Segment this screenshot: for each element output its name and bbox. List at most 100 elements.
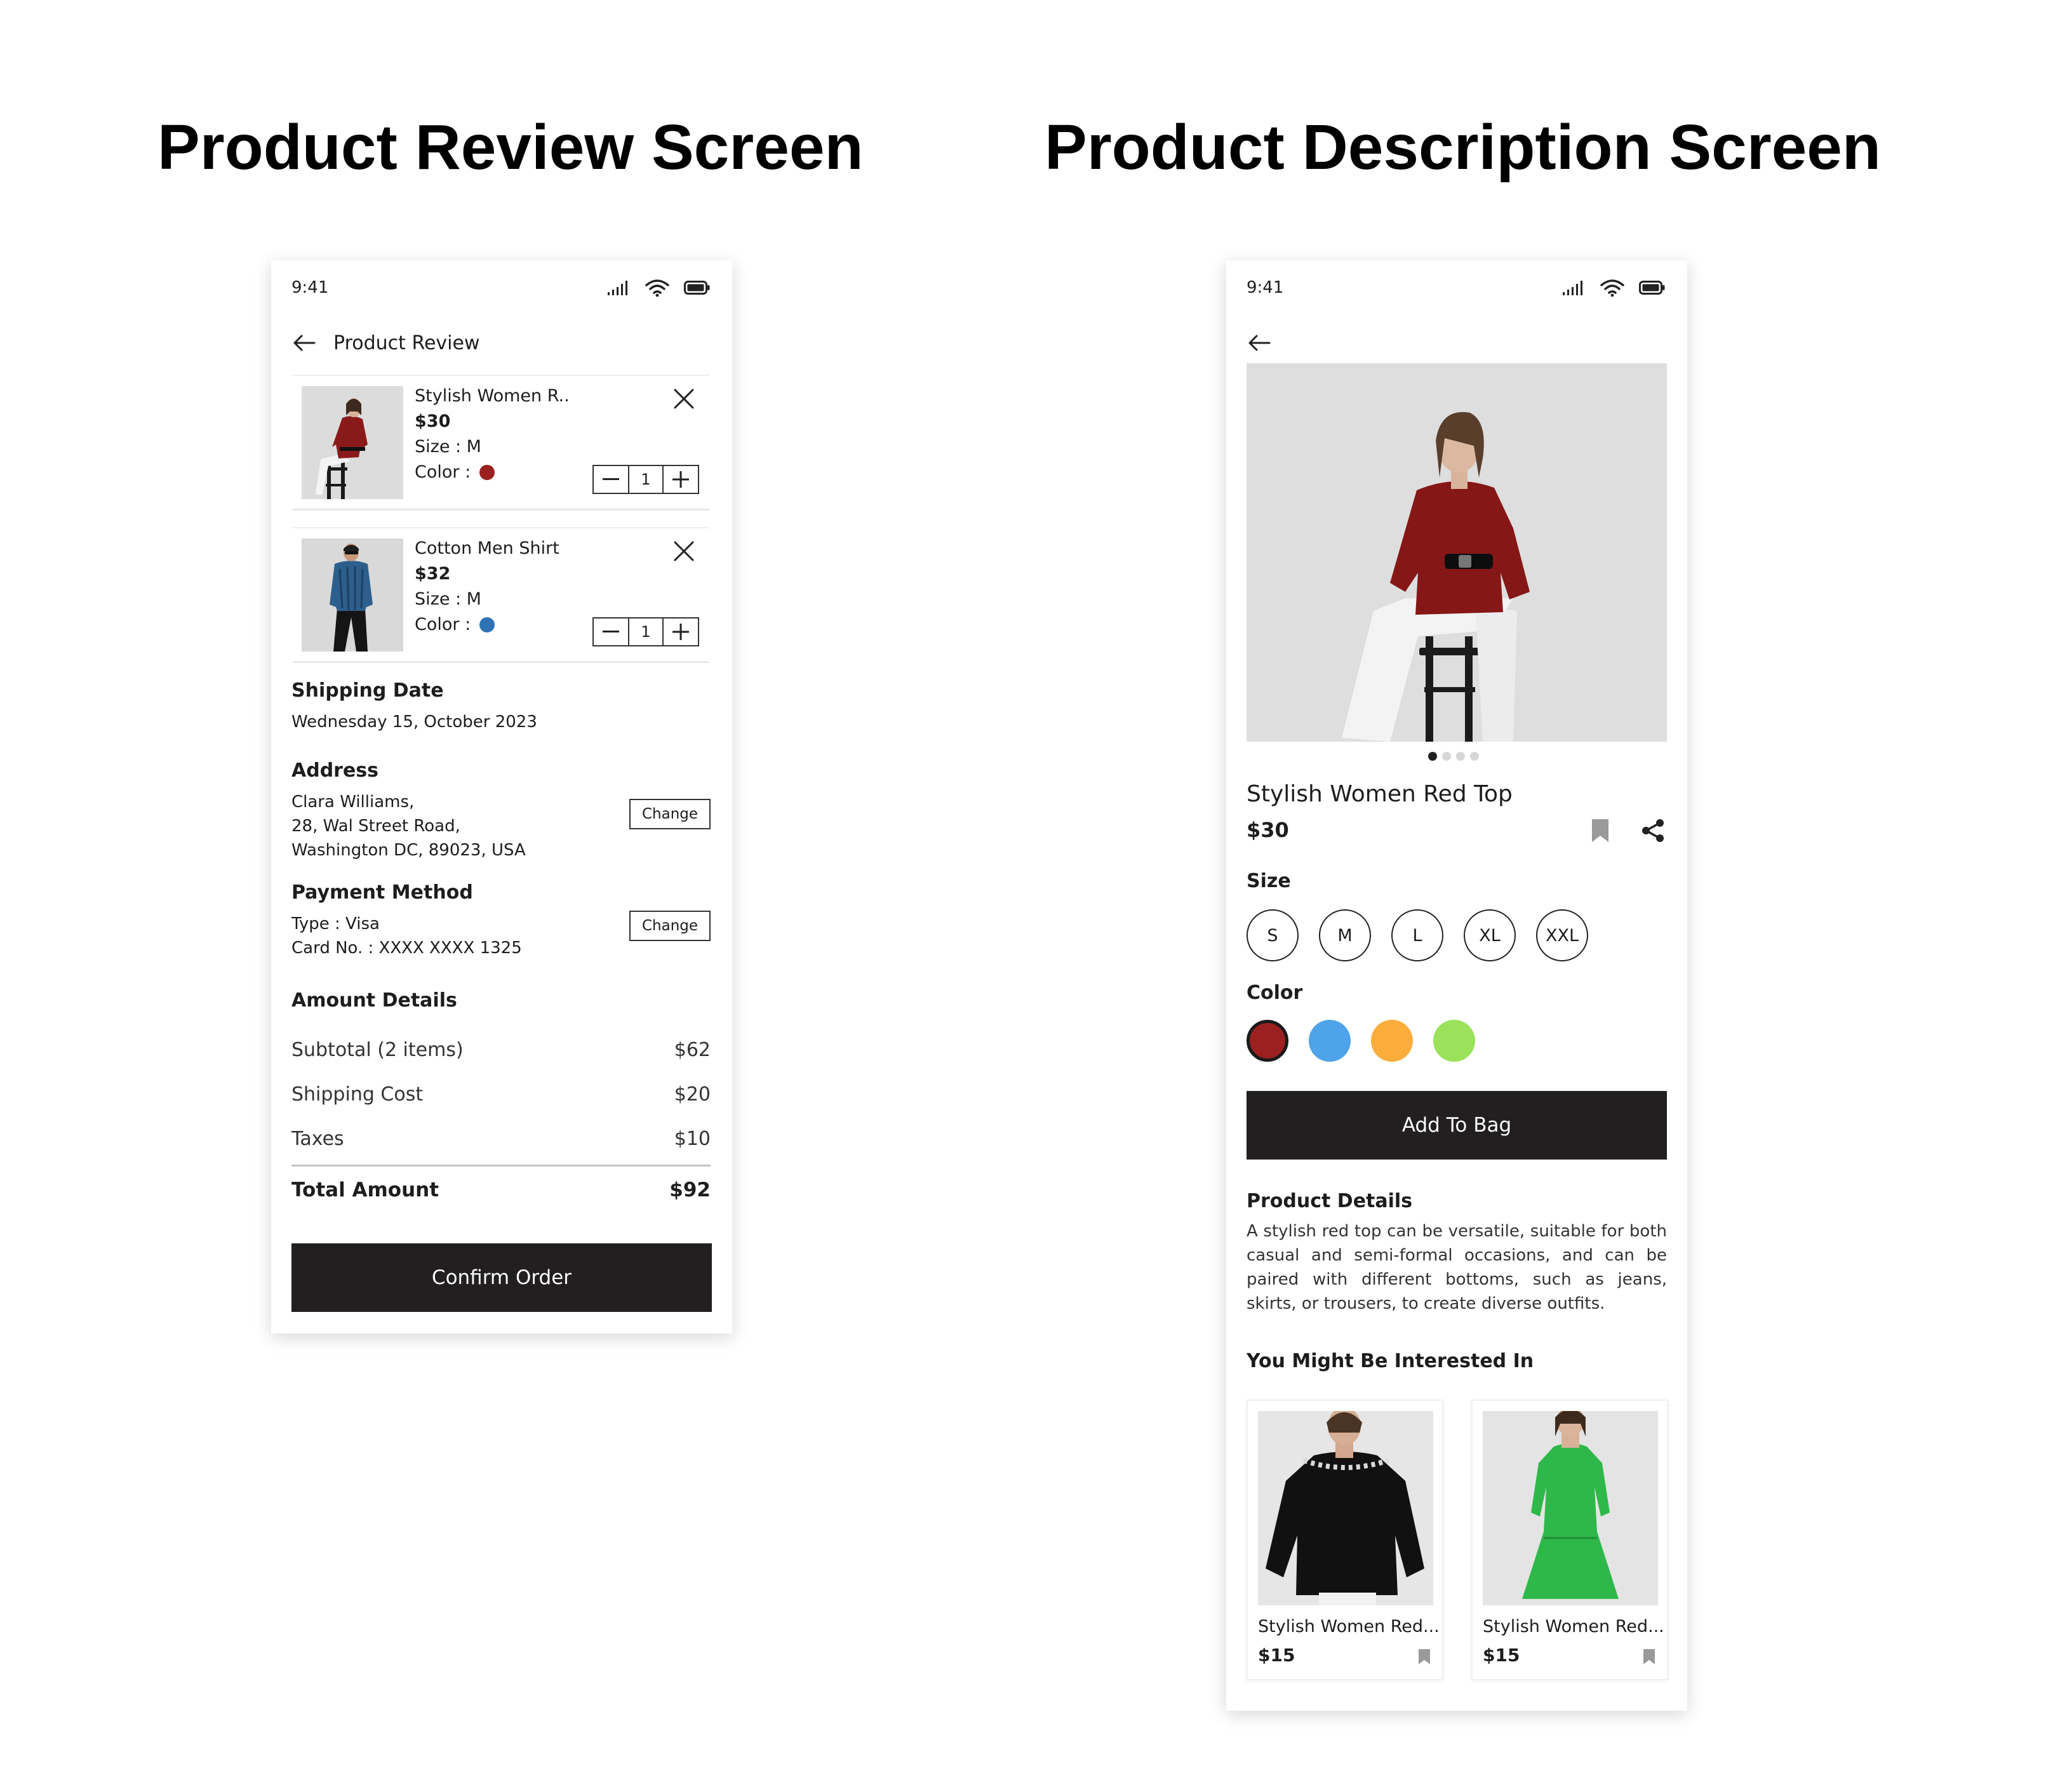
- cart-item: Stylish Women R.. $30 Size : M Color : 1: [293, 375, 709, 511]
- product-image[interactable]: [1247, 363, 1667, 742]
- color-swatch-blue[interactable]: [1309, 1020, 1351, 1062]
- shipping-date-value: Wednesday 15, October 2023: [291, 712, 537, 732]
- item-color-dot: [479, 465, 495, 480]
- wifi-icon: [645, 278, 670, 300]
- amount-row-shipping: Shipping Cost $20: [291, 1083, 711, 1106]
- battery-icon: [684, 280, 711, 298]
- product-details-text: A stylish red top can be versatile, suit…: [1247, 1222, 1667, 1313]
- wifi-icon: [1600, 278, 1625, 300]
- change-address-button[interactable]: Change: [629, 799, 711, 829]
- size-option-l[interactable]: L: [1391, 909, 1443, 961]
- product-details-title: Product Details: [1247, 1190, 1413, 1212]
- size-option-xl[interactable]: XL: [1464, 909, 1516, 961]
- share-button[interactable]: [1640, 818, 1666, 843]
- color-swatch-orange[interactable]: [1371, 1020, 1413, 1062]
- payment-card-number: Card No. : XXXX XXXX 1325: [291, 939, 522, 958]
- total-amount-label: Total Amount: [291, 1179, 439, 1201]
- plus-icon: [672, 471, 689, 488]
- amount-label: Taxes: [291, 1128, 344, 1150]
- carousel-dot[interactable]: [1456, 752, 1465, 761]
- signal-icon: [606, 279, 631, 298]
- size-option-xxl[interactable]: XXL: [1536, 909, 1588, 961]
- plus-icon: [672, 624, 689, 640]
- recommendation-card[interactable]: Stylish Women Red... $15: [1471, 1400, 1668, 1680]
- address-line: 28, Wal Street Road,: [291, 817, 460, 836]
- product-review-phone: 9:41 Product Review Stylish Women R.. $3…: [271, 260, 732, 1334]
- product-thumbnail: [302, 538, 403, 652]
- quantity-value: 1: [628, 619, 664, 645]
- signal-icon: [1561, 279, 1586, 298]
- recommendation-bookmark-button[interactable]: [1643, 1648, 1655, 1668]
- status-bar: 9:41: [1226, 260, 1687, 311]
- status-bar: 9:41: [271, 260, 732, 311]
- size-option-m[interactable]: M: [1319, 909, 1371, 961]
- size-title: Size: [1247, 870, 1291, 892]
- item-color-label: Color :: [415, 615, 471, 634]
- quantity-stepper: 1: [592, 465, 699, 494]
- item-color-label: Color :: [415, 462, 471, 482]
- item-size: Size : M: [415, 589, 481, 609]
- product-name: Stylish Women Red Top: [1247, 781, 1513, 807]
- status-time: 9:41: [1247, 278, 1284, 297]
- amount-divider: [291, 1165, 711, 1167]
- quantity-value: 1: [628, 466, 664, 493]
- product-thumbnail: [302, 386, 403, 499]
- carousel-dot[interactable]: [1442, 752, 1451, 761]
- item-color-dot: [479, 617, 495, 632]
- carousel-dot[interactable]: [1428, 752, 1437, 761]
- amount-details-title: Amount Details: [291, 989, 457, 1012]
- recommendation-image: [1483, 1411, 1658, 1605]
- product-price: $30: [1247, 818, 1289, 842]
- amount-label: Subtotal (2 items): [291, 1039, 464, 1061]
- increase-quantity-button[interactable]: [664, 466, 698, 493]
- decrease-quantity-button[interactable]: [594, 466, 628, 493]
- item-name: Stylish Women R..: [415, 386, 570, 406]
- shipping-date-title: Shipping Date: [291, 679, 444, 702]
- color-swatch-green[interactable]: [1433, 1020, 1475, 1062]
- bookmark-icon: [1643, 1649, 1655, 1664]
- bookmark-button[interactable]: [1591, 818, 1610, 843]
- remove-item-button[interactable]: [670, 537, 698, 565]
- amount-row-subtotal: Subtotal (2 items) $62: [291, 1039, 711, 1061]
- status-time: 9:41: [291, 278, 329, 297]
- back-arrow-icon[interactable]: [291, 333, 317, 352]
- add-to-bag-button[interactable]: Add To Bag: [1247, 1091, 1667, 1160]
- back-arrow-icon[interactable]: [1247, 333, 1272, 352]
- item-info: Stylish Women R.. $30 Size : M Color :: [415, 384, 570, 485]
- amount-label: Shipping Cost: [291, 1083, 424, 1106]
- recommendation-bookmark-button[interactable]: [1418, 1648, 1431, 1668]
- item-price: $30: [415, 411, 451, 431]
- page-heading-description: Product Description Screen: [1045, 112, 1881, 183]
- decrease-quantity-button[interactable]: [594, 619, 628, 645]
- amount-value: $20: [674, 1083, 711, 1106]
- total-amount-value: $92: [669, 1179, 711, 1201]
- payment-details: Type : Visa Card No. : XXXX XXXX 1325: [291, 912, 522, 960]
- color-swatch-red[interactable]: [1247, 1020, 1288, 1062]
- carousel-pagination: [1428, 752, 1479, 761]
- recommendation-card[interactable]: Stylish Women Red... $15: [1247, 1400, 1443, 1680]
- total-amount-row: Total Amount $92: [291, 1179, 711, 1201]
- bookmark-icon: [1419, 1649, 1430, 1664]
- size-selector: S M L XL XXL: [1247, 909, 1588, 961]
- close-icon: [674, 541, 694, 561]
- confirm-order-button[interactable]: Confirm Order: [291, 1243, 712, 1312]
- address-lines: Clara Williams, 28, Wal Street Road, Was…: [291, 790, 526, 862]
- product-description-phone: 9:41 Stylish Women Red Top $30 Size S M …: [1226, 260, 1687, 1711]
- address-line: Clara Williams,: [291, 792, 415, 812]
- size-option-s[interactable]: S: [1247, 909, 1299, 961]
- carousel-dot[interactable]: [1470, 752, 1479, 761]
- item-info: Cotton Men Shirt $32 Size : M Color :: [415, 536, 559, 638]
- address-title: Address: [291, 759, 379, 782]
- item-size: Size : M: [415, 437, 481, 457]
- amount-row-taxes: Taxes $10: [291, 1128, 711, 1150]
- increase-quantity-button[interactable]: [664, 619, 698, 645]
- change-payment-button[interactable]: Change: [629, 911, 711, 941]
- minus-icon: [603, 478, 619, 480]
- bookmark-icon: [1592, 819, 1608, 842]
- header-title: Product Review: [333, 331, 480, 354]
- recommendations-title: You Might Be Interested In: [1247, 1350, 1534, 1372]
- item-price: $32: [415, 564, 451, 584]
- amount-value: $10: [674, 1128, 711, 1150]
- remove-item-button[interactable]: [670, 385, 698, 413]
- recommendation-price: $15: [1258, 1645, 1295, 1666]
